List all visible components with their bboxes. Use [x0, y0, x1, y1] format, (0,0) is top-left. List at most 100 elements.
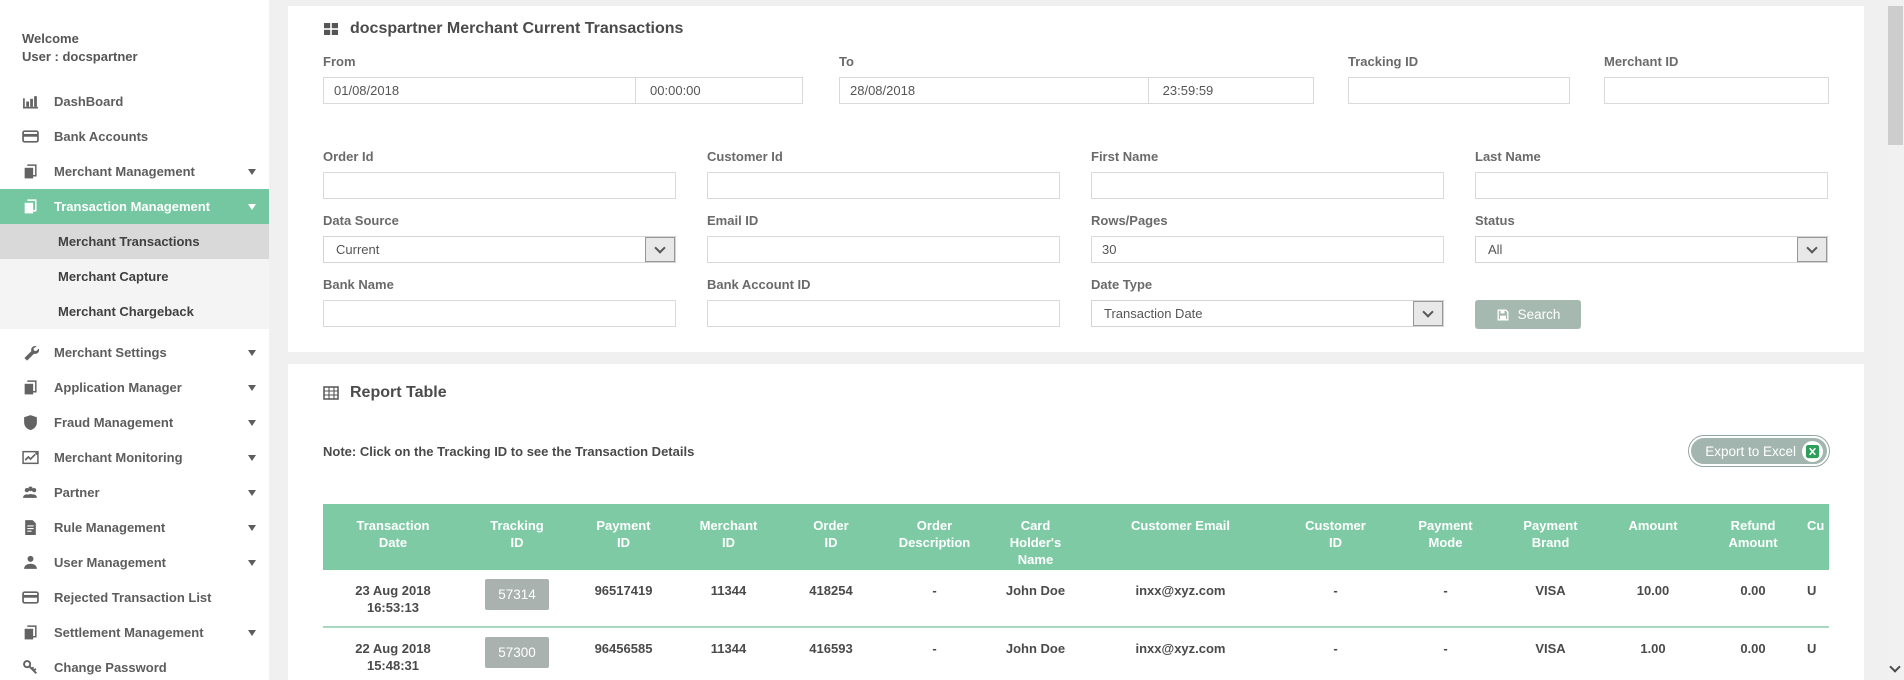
cell-customer-email: inxx@xyz.com — [1083, 627, 1278, 680]
to-group: To — [839, 54, 1314, 104]
cell-customer-id: - — [1278, 570, 1393, 627]
col-merchant-id: Merchant ID — [676, 504, 781, 570]
sidebar-item-rule-management[interactable]: Rule Management — [0, 510, 269, 545]
note-row: Note: Click on the Tracking ID to see th… — [323, 436, 1829, 466]
tracking-id-link[interactable]: 57300 — [485, 637, 549, 668]
transaction-management-submenu: Merchant Transactions Merchant Capture M… — [0, 224, 269, 329]
status-select[interactable]: All — [1475, 236, 1828, 263]
key-icon — [22, 659, 39, 676]
sidebar-item-bank-accounts[interactable]: Bank Accounts — [0, 119, 269, 154]
bank-account-id-input[interactable] — [707, 300, 1060, 327]
credit-card-icon — [22, 128, 39, 145]
from-label: From — [323, 54, 803, 70]
from-time-input[interactable] — [635, 77, 803, 104]
email-id-group: Email ID — [707, 213, 1060, 263]
rows-pages-input[interactable] — [1091, 236, 1444, 263]
save-icon — [1496, 308, 1510, 322]
search-button-label: Search — [1518, 307, 1561, 322]
col-refund-amount: Refund Amount — [1703, 504, 1803, 570]
page-title: docspartner Merchant Current Transaction… — [350, 18, 683, 40]
email-id-input[interactable] — [707, 236, 1060, 263]
merchant-transactions-page: Welcome User : docspartner DashBoard Ban… — [0, 0, 1904, 680]
welcome-block: Welcome User : docspartner — [22, 30, 269, 66]
files-icon — [22, 379, 39, 396]
cell-merchant-id: 11344 — [676, 570, 781, 627]
report-title: Report Table — [350, 382, 447, 404]
sidebar-item-label: Merchant Management — [54, 164, 195, 179]
bank-name-input[interactable] — [323, 300, 676, 327]
sidebar-item-settlement-management[interactable]: Settlement Management — [0, 615, 269, 650]
last-name-input[interactable] — [1475, 172, 1828, 199]
col-card-holders-name: Card Holder's Name — [988, 504, 1083, 570]
cell-merchant-id: 11344 — [676, 627, 781, 680]
order-id-input[interactable] — [323, 172, 676, 199]
cell-currency-clipped: U — [1803, 570, 1829, 627]
user-icon — [22, 554, 39, 571]
to-date-input[interactable] — [839, 77, 1149, 104]
cell-order-description: - — [881, 627, 988, 680]
vertical-scrollbar[interactable] — [1887, 0, 1904, 680]
table-header-row: Transaction Date Tracking ID Payment ID … — [323, 504, 1829, 570]
sidebar-subitem-merchant-chargeback[interactable]: Merchant Chargeback — [0, 294, 269, 329]
rows-pages-group: Rows/Pages — [1091, 213, 1444, 263]
bank-name-group: Bank Name — [323, 277, 676, 329]
sidebar-item-user-management[interactable]: User Management — [0, 545, 269, 580]
caret-down-icon — [248, 169, 256, 175]
first-name-input[interactable] — [1091, 172, 1444, 199]
sidebar-item-label: Merchant Monitoring — [54, 450, 183, 465]
line-chart-icon — [22, 449, 39, 466]
sidebar-subitem-merchant-capture[interactable]: Merchant Capture — [0, 259, 269, 294]
merchant-id-input[interactable] — [1604, 77, 1829, 104]
caret-down-icon — [248, 420, 256, 426]
order-id-group: Order Id — [323, 149, 676, 199]
from-date-input[interactable] — [323, 77, 636, 104]
wrench-icon — [22, 344, 39, 361]
filter-row-2: Order Id Customer Id First Name Last Nam… — [323, 149, 1829, 199]
data-source-value: Current — [336, 242, 379, 257]
sidebar-item-merchant-monitoring[interactable]: Merchant Monitoring — [0, 440, 269, 475]
sidebar-item-dashboard[interactable]: DashBoard — [0, 84, 269, 119]
bank-account-id-group: Bank Account ID — [707, 277, 1060, 329]
tracking-id-input[interactable] — [1348, 77, 1570, 104]
sidebar-item-merchant-settings[interactable]: Merchant Settings — [0, 335, 269, 370]
tracking-id-label: Tracking ID — [1348, 54, 1570, 70]
sidebar-item-rejected-transaction-list[interactable]: Rejected Transaction List — [0, 580, 269, 615]
cell-tracking-id: 57314 — [463, 570, 571, 627]
data-source-select[interactable]: Current — [323, 236, 676, 263]
cell-customer-id: - — [1278, 627, 1393, 680]
file-text-icon — [22, 519, 39, 536]
date-type-value: Transaction Date — [1104, 306, 1203, 321]
sidebar-item-application-manager[interactable]: Application Manager — [0, 370, 269, 405]
scrollbar-down-arrow-icon[interactable] — [1889, 661, 1900, 672]
data-source-group: Data Source Current — [323, 213, 676, 263]
caret-down-icon — [248, 385, 256, 391]
caret-down-icon — [248, 525, 256, 531]
cell-tracking-id: 57300 — [463, 627, 571, 680]
date-type-select[interactable]: Transaction Date — [1091, 300, 1444, 327]
sidebar-item-change-password[interactable]: Change Password — [0, 650, 269, 680]
sidebar-item-transaction-management[interactable]: Transaction Management — [0, 189, 269, 224]
tracking-id-link[interactable]: 57314 — [485, 579, 549, 610]
bar-chart-icon — [22, 93, 39, 110]
sidebar-item-label: Application Manager — [54, 380, 182, 395]
sidebar-item-fraud-management[interactable]: Fraud Management — [0, 405, 269, 440]
cell-order-description: - — [881, 570, 988, 627]
main-content: docspartner Merchant Current Transaction… — [269, 0, 1887, 680]
sidebar-subitem-merchant-transactions[interactable]: Merchant Transactions — [0, 224, 269, 259]
scrollbar-thumb[interactable] — [1888, 6, 1903, 145]
bank-name-label: Bank Name — [323, 277, 676, 293]
search-button[interactable]: Search — [1475, 300, 1581, 329]
first-name-group: First Name — [1091, 149, 1444, 199]
cell-customer-email: inxx@xyz.com — [1083, 570, 1278, 627]
excel-icon — [1802, 441, 1823, 462]
chevron-down-icon — [645, 237, 675, 262]
to-time-input[interactable] — [1148, 77, 1314, 104]
sidebar-item-merchant-management[interactable]: Merchant Management — [0, 154, 269, 189]
sidebar-item-partner[interactable]: Partner — [0, 475, 269, 510]
caret-down-icon — [248, 630, 256, 636]
export-to-excel-button[interactable]: Export to Excel — [1689, 436, 1829, 466]
report-panel: Report Table Note: Click on the Tracking… — [288, 364, 1864, 680]
files-icon — [22, 624, 39, 641]
filter-row-4: Bank Name Bank Account ID Date Type Tran… — [323, 277, 1829, 329]
customer-id-input[interactable] — [707, 172, 1060, 199]
